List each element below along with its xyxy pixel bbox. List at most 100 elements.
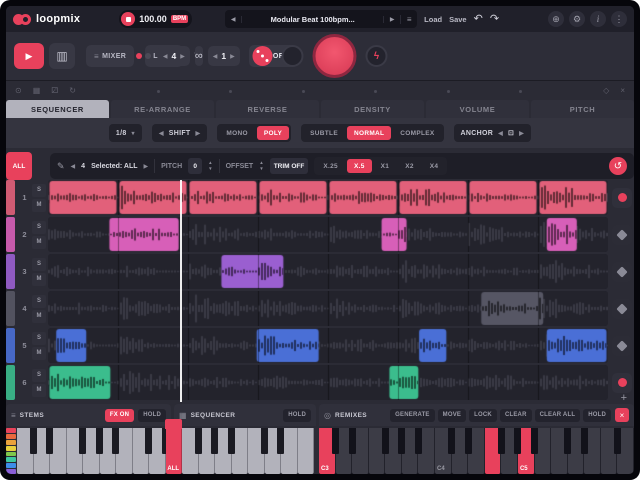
loops-prev-icon[interactable]: ◀ xyxy=(213,53,218,60)
save-button[interactable]: Save xyxy=(449,15,467,24)
eraser-button[interactable] xyxy=(612,335,632,356)
dice-button[interactable] xyxy=(252,46,273,66)
fx-trigger-button[interactable]: ϟ xyxy=(365,45,388,67)
tab-volume[interactable]: VOLUME xyxy=(426,100,529,118)
black-key[interactable] xyxy=(348,428,356,454)
undo-button[interactable]: ↶ xyxy=(474,13,483,25)
track-waveform[interactable] xyxy=(48,291,608,326)
track-waveform[interactable] xyxy=(48,254,608,289)
play-button[interactable]: ▶ xyxy=(14,43,44,69)
chevron-down-icon[interactable]: ▼ xyxy=(208,166,212,172)
black-key[interactable] xyxy=(228,428,235,454)
loops-next-icon[interactable]: ▶ xyxy=(230,53,235,60)
chevron-up-icon[interactable]: ▲ xyxy=(259,160,263,166)
voice-mono[interactable]: MONO xyxy=(219,126,254,140)
add-slice-button[interactable]: + xyxy=(621,393,627,404)
chevron-down-icon[interactable]: ▼ xyxy=(259,166,263,172)
remix-move[interactable]: MOVE xyxy=(437,408,467,422)
gear-icon[interactable]: ⚙ xyxy=(569,11,585,27)
kebab-menu-icon[interactable]: ⋮ xyxy=(611,11,627,27)
eraser-button[interactable] xyxy=(612,224,632,245)
infinity-loop-button[interactable]: ∞ xyxy=(194,46,203,66)
bars-stepper[interactable]: ◀ 4 ▶ xyxy=(157,46,190,66)
pitch-stepper[interactable]: ▲ ▼ xyxy=(208,160,212,172)
black-key[interactable] xyxy=(381,428,389,454)
close-icon[interactable]: × xyxy=(620,87,625,95)
preset-menu-button[interactable]: ≡ xyxy=(400,14,417,24)
tab-density[interactable]: DENSITY xyxy=(321,100,424,118)
piano-key[interactable] xyxy=(297,428,314,474)
stem-color-chip[interactable] xyxy=(6,433,16,439)
complexity-normal[interactable]: NORMAL xyxy=(346,126,392,140)
stem-color-chip[interactable] xyxy=(6,457,16,463)
record-button[interactable] xyxy=(612,372,632,393)
pitch-value[interactable]: 0 xyxy=(188,158,203,174)
stop-button[interactable] xyxy=(121,12,136,26)
shift-right-button[interactable]: ▶ xyxy=(196,130,201,137)
preset-next-button[interactable]: ▶ xyxy=(383,15,400,23)
mute-button[interactable]: M xyxy=(32,346,46,360)
stem-color-chip[interactable] xyxy=(6,445,16,451)
black-key[interactable] xyxy=(531,428,539,454)
eraser-button[interactable] xyxy=(612,298,632,319)
record-button[interactable] xyxy=(612,187,632,208)
remix-clear-icon[interactable]: × xyxy=(615,408,629,422)
select-all-button[interactable]: ALL xyxy=(6,152,32,180)
stems-hold-button[interactable]: HOLD xyxy=(138,408,166,422)
loops-stepper[interactable]: ◀ 1 ▶ xyxy=(207,46,240,66)
black-key[interactable] xyxy=(79,428,87,454)
mute-button[interactable]: M xyxy=(32,272,46,286)
black-key[interactable] xyxy=(580,428,588,454)
shift-left-button[interactable]: ◀ xyxy=(159,130,164,137)
stem-color-chip[interactable] xyxy=(6,451,16,457)
playhead[interactable] xyxy=(180,180,183,402)
track-waveform[interactable] xyxy=(48,217,608,252)
voice-poly[interactable]: POLY xyxy=(256,126,290,140)
selection-prev-button[interactable]: ◀ xyxy=(71,163,76,170)
solo-button[interactable]: S xyxy=(32,294,46,308)
track-number[interactable]: 3 xyxy=(17,254,32,289)
stem-color-chip[interactable] xyxy=(6,469,16,474)
keyboard-toggle-button[interactable]: ▥ xyxy=(49,43,75,69)
mute-button[interactable]: M xyxy=(32,198,46,212)
load-button[interactable]: Load xyxy=(424,15,442,24)
tab-pitch[interactable]: PITCH xyxy=(531,100,634,118)
loop-icon[interactable]: ↻ xyxy=(69,87,76,95)
track-number[interactable]: 5 xyxy=(17,328,32,363)
web-icon[interactable]: ⊕ xyxy=(548,11,564,27)
fx-on-button[interactable]: FX ON xyxy=(104,408,135,422)
track-number[interactable]: 4 xyxy=(17,291,32,326)
preset-prev-button[interactable]: ◀ xyxy=(225,15,243,23)
speed-x-5[interactable]: X.5 xyxy=(346,159,372,173)
mixer-button[interactable]: ≡ MIXER xyxy=(86,45,135,67)
remix-hold[interactable]: HOLD xyxy=(583,408,611,422)
grid-icon[interactable]: ▦ xyxy=(33,87,41,95)
black-key[interactable] xyxy=(112,428,120,454)
speed-x1[interactable]: X1 xyxy=(374,159,397,173)
track-waveform[interactable] xyxy=(48,328,608,363)
black-key[interactable] xyxy=(514,428,522,454)
solo-button[interactable]: S xyxy=(32,368,46,382)
black-key[interactable] xyxy=(261,428,268,454)
diamond-icon[interactable]: ◇ xyxy=(603,87,609,95)
complexity-subtle[interactable]: SUBTLE xyxy=(303,126,345,140)
offset-stepper[interactable]: ▲ ▼ xyxy=(259,160,263,172)
page-dot-active[interactable] xyxy=(135,53,142,59)
black-key[interactable] xyxy=(613,428,621,454)
black-key[interactable] xyxy=(46,428,54,454)
solo-button[interactable]: S xyxy=(32,220,46,234)
speed-x-25[interactable]: X.25 xyxy=(316,159,345,173)
black-key[interactable] xyxy=(398,428,406,454)
dice-icon[interactable]: ⚂ xyxy=(51,87,58,95)
black-key[interactable] xyxy=(332,428,340,454)
black-key[interactable] xyxy=(29,428,37,454)
solo-button[interactable]: S xyxy=(32,183,46,197)
track-number[interactable]: 1 xyxy=(17,180,32,215)
remix-clear[interactable]: CLEAR xyxy=(499,408,532,422)
anchor-left-button[interactable]: ◀ xyxy=(498,130,503,137)
stem-color-chip[interactable] xyxy=(6,428,16,433)
selection-next-button[interactable]: ▶ xyxy=(144,163,149,170)
trim-toggle[interactable]: TRIM OFF xyxy=(269,158,309,174)
tab-sequencer[interactable]: SEQUENCER xyxy=(6,100,109,118)
tab-re-arrange[interactable]: RE-ARRANGE xyxy=(111,100,214,118)
